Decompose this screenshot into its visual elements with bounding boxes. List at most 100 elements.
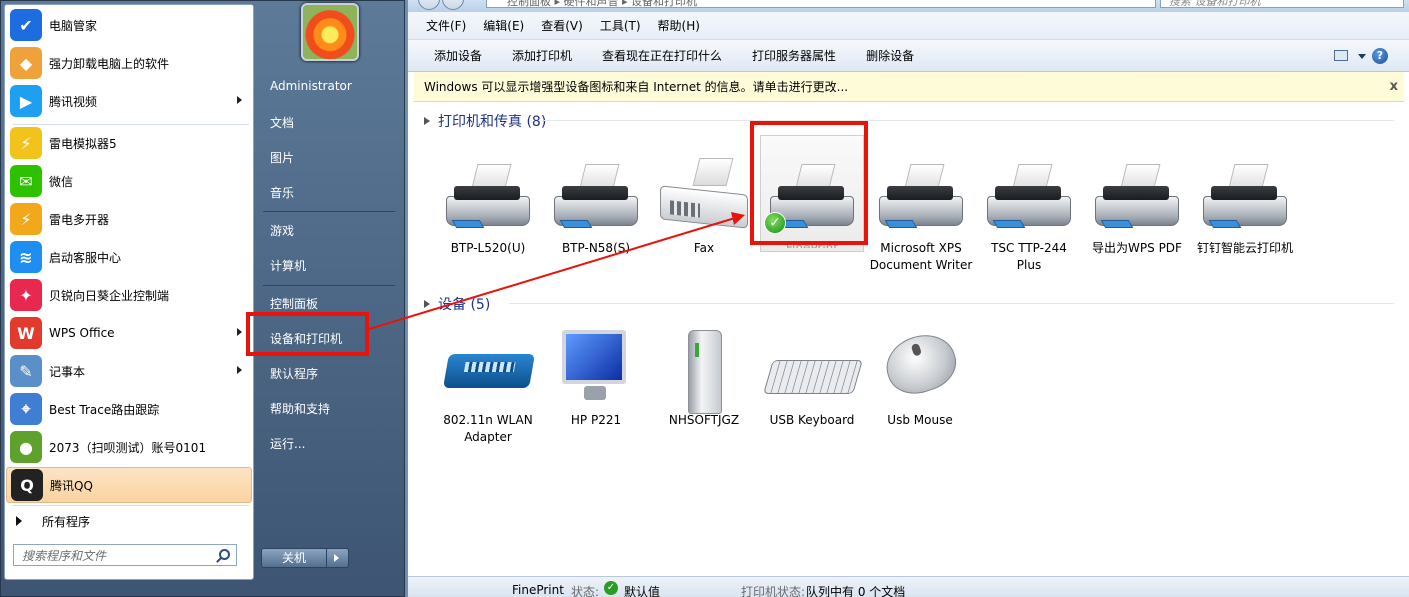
help-icon[interactable]: ? bbox=[1372, 48, 1388, 64]
forward-arrow-icon[interactable] bbox=[442, 0, 464, 10]
user-name-link[interactable]: Administrator bbox=[270, 79, 352, 93]
menu-help[interactable]: 帮助(H) bbox=[658, 17, 700, 34]
program-item[interactable]: ▶ 腾讯视频 bbox=[6, 83, 252, 119]
group-divider bbox=[509, 303, 1394, 304]
start-search-input[interactable]: 搜索程序和文件 bbox=[13, 544, 237, 566]
program-item[interactable]: ≋ 启动客服中心 bbox=[6, 239, 252, 275]
keyboard-icon bbox=[763, 330, 863, 410]
see-whats-printing-button[interactable]: 查看现在正在打印什么 bbox=[602, 47, 722, 64]
printer-item[interactable]: BTP-L520(U) bbox=[436, 158, 540, 257]
program-item[interactable]: ✉ 微信 bbox=[6, 163, 252, 199]
program-item[interactable]: ✦ 贝锐向日葵企业控制端 bbox=[6, 277, 252, 313]
device-item[interactable]: USB Keyboard bbox=[760, 330, 864, 429]
device-name: Usb Mouse bbox=[887, 413, 953, 427]
printer-item[interactable]: 导出为WPS PDF bbox=[1085, 158, 1189, 257]
separator bbox=[13, 124, 249, 125]
menu-bar: 文件(F) 编辑(E) 查看(V) 工具(T) 帮助(H) bbox=[408, 12, 1409, 40]
add-device-button[interactable]: 添加设备 bbox=[434, 47, 482, 64]
chevron-down-icon[interactable] bbox=[1358, 54, 1366, 59]
program-label: 2073（扫呗测试）账号0101 bbox=[49, 440, 207, 455]
device-list-area: 打印机和传真 (8) 设备 (5) BTP-L520(U) BTP-N58(S)… bbox=[414, 102, 1404, 576]
info-bar[interactable]: Windows 可以显示增强型设备图标和来自 Internet 的信息。请单击进… bbox=[414, 72, 1404, 102]
address-bar-strip: 控制面板 ▸ 硬件和声音 ▸ 设备和打印机 搜索 设备和打印机 bbox=[408, 0, 1409, 12]
device-item[interactable]: Usb Mouse bbox=[868, 326, 972, 429]
add-printer-button[interactable]: 添加打印机 bbox=[512, 47, 572, 64]
computer-link[interactable]: 计算机 bbox=[270, 257, 306, 274]
devices-and-printers-window: 控制面板 ▸ 硬件和声音 ▸ 设备和打印机 搜索 设备和打印机 文件(F) 编辑… bbox=[407, 0, 1409, 597]
all-programs-label: 所有程序 bbox=[42, 514, 91, 529]
submenu-arrow-icon[interactable] bbox=[237, 96, 242, 104]
program-label: 电脑管家 bbox=[49, 18, 98, 33]
device-name: 802.11n WLAN Adapter bbox=[443, 413, 533, 444]
device-item[interactable]: HP P221 bbox=[544, 330, 648, 429]
program-label: 雷电多开器 bbox=[49, 212, 110, 227]
default-programs-link[interactable]: 默认程序 bbox=[270, 365, 318, 382]
menu-edit[interactable]: 编辑(E) bbox=[483, 17, 524, 34]
submenu-arrow-icon[interactable] bbox=[237, 328, 242, 336]
pictures-link[interactable]: 图片 bbox=[270, 149, 294, 166]
collapse-arrow-icon[interactable] bbox=[424, 117, 430, 125]
group-title: 打印机和传真 (8) bbox=[438, 114, 547, 130]
printer-item[interactable]: 钉钉智能云打印机 bbox=[1193, 158, 1297, 257]
printer-item[interactable]: TSC TTP-244 Plus bbox=[977, 158, 1081, 274]
printer-icon bbox=[873, 158, 969, 238]
status-state-label: 状态: bbox=[571, 585, 600, 597]
games-link[interactable]: 游戏 bbox=[270, 222, 294, 239]
program-item[interactable]: W WPS Office bbox=[6, 315, 252, 351]
program-label: 雷电模拟器5 bbox=[49, 136, 117, 151]
program-item[interactable]: Q 腾讯QQ bbox=[6, 467, 252, 503]
emulator-icon: ⚡ bbox=[10, 127, 42, 159]
user-avatar[interactable] bbox=[301, 3, 359, 61]
expand-arrow-icon bbox=[16, 516, 22, 526]
printer-icon bbox=[548, 158, 644, 238]
device-name: BTP-N58(S) bbox=[561, 241, 631, 255]
print-server-properties-button[interactable]: 打印服务器属性 bbox=[752, 47, 836, 64]
printer-item[interactable]: BTP-N58(S) bbox=[544, 158, 648, 257]
music-link[interactable]: 音乐 bbox=[270, 184, 294, 201]
all-programs-button[interactable]: 所有程序 bbox=[6, 508, 252, 534]
program-label: Best Trace路由跟踪 bbox=[49, 402, 160, 417]
menu-file[interactable]: 文件(F) bbox=[426, 17, 466, 34]
shield-icon: ✔ bbox=[10, 9, 42, 41]
shutdown-button[interactable]: 关机 bbox=[261, 548, 327, 568]
separator bbox=[263, 211, 395, 212]
help-and-support-link[interactable]: 帮助和支持 bbox=[270, 400, 330, 417]
program-item[interactable]: ⚡ 雷电多开器 bbox=[6, 201, 252, 237]
program-item[interactable]: ● 2073（扫呗测试）账号0101 bbox=[6, 429, 252, 465]
qq-penguin-icon: Q bbox=[11, 469, 43, 501]
program-item[interactable]: ⌖ Best Trace路由跟踪 bbox=[6, 391, 252, 427]
device-item[interactable]: 802.11n WLAN Adapter bbox=[436, 330, 540, 446]
shutdown-options-arrow-icon[interactable] bbox=[327, 548, 349, 568]
program-label: 微信 bbox=[49, 174, 74, 189]
change-view-icon[interactable] bbox=[1334, 50, 1348, 61]
submenu-arrow-icon[interactable] bbox=[237, 366, 242, 374]
menu-view[interactable]: 查看(V) bbox=[541, 17, 583, 34]
program-item[interactable]: ◆ 强力卸载电脑上的软件 bbox=[6, 45, 252, 81]
group-header-devices[interactable]: 设备 (5) bbox=[424, 294, 490, 314]
device-name: BTP-L520(U) bbox=[450, 241, 526, 255]
printer-item[interactable]: Microsoft XPS Document Writer bbox=[869, 158, 973, 274]
menu-tools[interactable]: 工具(T) bbox=[600, 17, 641, 34]
program-item[interactable]: ⚡ 雷电模拟器5 bbox=[6, 125, 252, 161]
printer-icon bbox=[440, 158, 536, 238]
start-menu: ✔ 电脑管家 ◆ 强力卸载电脑上的软件 ▶ 腾讯视频 ⚡ 雷电模拟器5 ✉ 微信 ⚡ 雷电多开器 ≋ 启动… bbox=[0, 0, 405, 597]
close-icon[interactable]: x bbox=[1390, 79, 1398, 94]
computer-tower-icon bbox=[656, 330, 752, 414]
control-panel-link[interactable]: 控制面板 bbox=[270, 295, 318, 312]
fax-item[interactable]: Fax bbox=[652, 158, 756, 257]
group-header-printers[interactable]: 打印机和传真 (8) bbox=[424, 111, 546, 131]
remove-device-button[interactable]: 删除设备 bbox=[866, 47, 914, 64]
collapse-arrow-icon[interactable] bbox=[424, 300, 430, 308]
program-item[interactable]: ✔ 电脑管家 bbox=[6, 7, 252, 43]
search-icon[interactable] bbox=[219, 549, 230, 560]
multi-instance-icon: ⚡ bbox=[10, 203, 42, 235]
back-arrow-icon[interactable] bbox=[418, 0, 440, 10]
program-label: 启动客服中心 bbox=[49, 250, 122, 265]
address-bar[interactable]: 控制面板 ▸ 硬件和声音 ▸ 设备和打印机 bbox=[486, 0, 1156, 8]
device-item[interactable]: NHSOFTJGZ bbox=[652, 330, 756, 429]
run-link[interactable]: 运行... bbox=[270, 435, 305, 452]
program-item[interactable]: ✎ 记事本 bbox=[6, 353, 252, 389]
documents-link[interactable]: 文档 bbox=[270, 114, 294, 131]
window-search-input[interactable]: 搜索 设备和打印机 bbox=[1160, 0, 1404, 8]
notepad-icon: ✎ bbox=[10, 355, 42, 387]
